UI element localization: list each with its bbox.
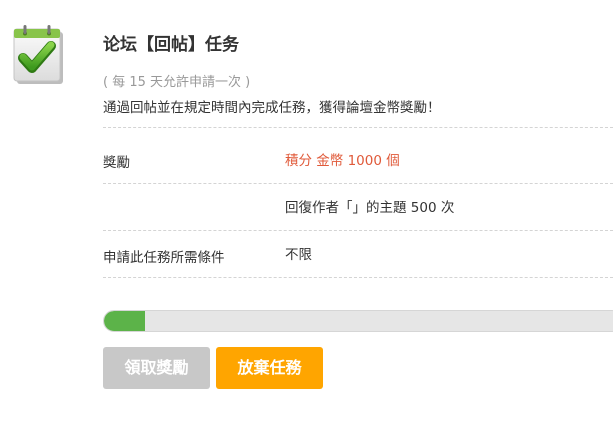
divider (103, 277, 613, 278)
claim-reward-button[interactable]: 領取獎勵 (103, 347, 210, 389)
divider (103, 127, 613, 128)
reward-value: 積分 金幣 1000 個 (285, 153, 400, 169)
task-title: 论坛【回帖】任务 (103, 35, 239, 55)
task-progress-bar (103, 310, 613, 332)
condition-value: 不限 (285, 247, 312, 263)
task-apply-interval: ( 每 15 天允許申請一次 ) (103, 75, 251, 90)
task-description: 通過回帖並在規定時間內完成任務，獲得論壇金幣獎勵！ (103, 100, 441, 116)
divider (103, 183, 613, 184)
divider (103, 230, 613, 231)
task-clipboard-check-icon (10, 22, 68, 88)
condition-label: 申請此任務所需條件 (103, 250, 225, 266)
reward-label: 獎勵 (103, 155, 130, 171)
task-progress-fill (104, 311, 146, 331)
requirement-value: 回復作者「」的主題 500 次 (285, 200, 455, 216)
abandon-task-button[interactable]: 放棄任務 (216, 347, 323, 389)
